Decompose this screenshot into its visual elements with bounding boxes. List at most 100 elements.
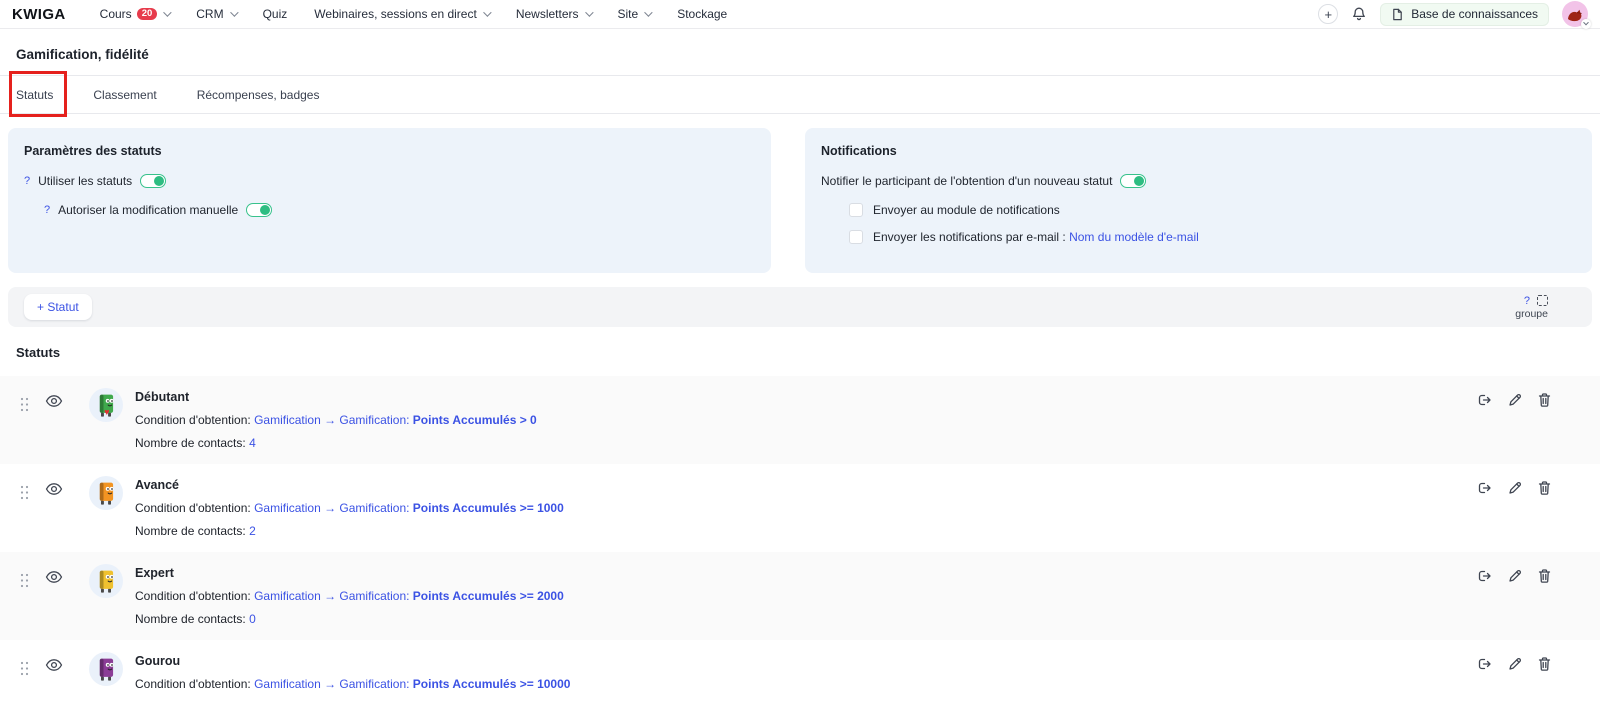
checkbox-label: Envoyer les notifications par e-mail : N… bbox=[873, 230, 1199, 244]
condition-path-link[interactable]: Gamification → Gamification: bbox=[254, 413, 409, 427]
toggle-switch-on[interactable] bbox=[1120, 174, 1146, 188]
toggle-label: Autoriser la modification manuelle bbox=[58, 203, 238, 217]
row-actions bbox=[1476, 480, 1552, 496]
move-transfer-icon[interactable] bbox=[1476, 480, 1493, 496]
visibility-eye-icon[interactable] bbox=[45, 570, 63, 589]
move-transfer-icon[interactable] bbox=[1476, 656, 1493, 672]
chevron-down-icon bbox=[585, 8, 593, 16]
tab-bar: Statuts Classement Récompenses, badges bbox=[0, 75, 1600, 114]
condition-path-link[interactable]: Gamification → Gamification: bbox=[254, 501, 409, 515]
condition-rule-link[interactable]: Points Accumulés >= 1000 bbox=[413, 501, 564, 515]
user-avatar[interactable] bbox=[1562, 1, 1588, 27]
add-button[interactable]: + bbox=[1318, 4, 1338, 24]
nav-item-label: CRM bbox=[196, 7, 223, 21]
tab-statuts[interactable]: Statuts bbox=[16, 88, 53, 102]
contacts-count[interactable]: 0 bbox=[249, 612, 256, 626]
svg-text:♥: ♥ bbox=[104, 407, 109, 417]
notifications-bell-icon[interactable] bbox=[1351, 6, 1367, 22]
nav-item[interactable]: Cours 20 bbox=[100, 7, 170, 21]
visibility-eye-icon[interactable] bbox=[45, 394, 63, 413]
status-mascot-image: ♥ bbox=[89, 388, 123, 422]
tab-recompenses-badges[interactable]: Récompenses, badges bbox=[197, 88, 320, 102]
email-template-link[interactable]: Nom du modèle d'e-mail bbox=[1069, 230, 1199, 244]
status-contacts: Nombre de contacts: 4 bbox=[135, 436, 537, 450]
edit-pencil-icon[interactable] bbox=[1507, 392, 1523, 408]
contacts-count[interactable]: 2 bbox=[249, 524, 256, 538]
move-transfer-icon[interactable] bbox=[1476, 392, 1493, 408]
nav-item-label: Webinaires, sessions en direct bbox=[314, 7, 477, 21]
panel-title: Notifications bbox=[821, 144, 1576, 158]
status-list: ♥ Débutant Condition d'obtention: Gamifi… bbox=[0, 376, 1600, 715]
help-icon[interactable]: ? bbox=[1524, 295, 1530, 307]
group-selection-icon[interactable] bbox=[1537, 295, 1548, 306]
contacts-label: Nombre de contacts: bbox=[135, 436, 246, 450]
add-status-button[interactable]: + Statut bbox=[24, 294, 92, 320]
contacts-count[interactable]: 4 bbox=[249, 436, 256, 450]
help-icon[interactable]: ? bbox=[24, 175, 30, 187]
status-condition: Condition d'obtention: Gamification → Ga… bbox=[135, 589, 564, 603]
tab-classement[interactable]: Classement bbox=[93, 88, 156, 102]
status-contacts: Nombre de contacts: 0 bbox=[135, 612, 564, 626]
toggle-label: Notifier le participant de l'obtention d… bbox=[821, 174, 1112, 188]
move-transfer-icon[interactable] bbox=[1476, 568, 1493, 584]
condition-path-link[interactable]: Gamification → Gamification: bbox=[254, 589, 409, 603]
notifications-panel: Notifications Notifier le participant de… bbox=[805, 128, 1592, 273]
status-details: Débutant Condition d'obtention: Gamifica… bbox=[135, 388, 537, 450]
knowledge-base-label: Base de connaissances bbox=[1411, 7, 1538, 21]
nav-item[interactable]: Site bbox=[618, 7, 651, 21]
delete-trash-icon[interactable] bbox=[1537, 656, 1552, 672]
notify-participant-row: Notifier le participant de l'obtention d… bbox=[821, 174, 1576, 188]
edit-pencil-icon[interactable] bbox=[1507, 656, 1523, 672]
toggle-switch-on[interactable] bbox=[140, 174, 166, 188]
row-actions bbox=[1476, 392, 1552, 408]
drag-handle[interactable] bbox=[20, 661, 29, 681]
drag-handle[interactable] bbox=[20, 573, 29, 593]
edit-pencil-icon[interactable] bbox=[1507, 480, 1523, 496]
help-icon[interactable]: ? bbox=[44, 204, 50, 216]
delete-trash-icon[interactable] bbox=[1537, 392, 1552, 408]
status-mascot-image bbox=[89, 564, 123, 598]
nav-item[interactable]: Quiz bbox=[263, 7, 288, 21]
status-condition: Condition d'obtention: Gamification → Ga… bbox=[135, 413, 537, 427]
drag-handle[interactable] bbox=[20, 397, 29, 417]
panel-title: Paramètres des statuts bbox=[24, 144, 755, 158]
edit-pencil-icon[interactable] bbox=[1507, 568, 1523, 584]
nav-item-label: Cours bbox=[100, 7, 132, 21]
chevron-down-icon bbox=[483, 8, 491, 16]
condition-rule-link[interactable]: Points Accumulés > 0 bbox=[413, 413, 537, 427]
status-condition: Condition d'obtention: Gamification → Ga… bbox=[135, 677, 570, 691]
status-name: Expert bbox=[135, 566, 564, 580]
nav-item-label: Stockage bbox=[677, 7, 727, 21]
visibility-eye-icon[interactable] bbox=[45, 482, 63, 501]
condition-path-link[interactable]: Gamification → Gamification: bbox=[254, 677, 409, 691]
checkbox-unchecked[interactable] bbox=[849, 203, 863, 217]
condition-rule-link[interactable]: Points Accumulés >= 2000 bbox=[413, 589, 564, 603]
status-settings-panel: Paramètres des statuts ? Utiliser les st… bbox=[8, 128, 771, 273]
status-name: Gourou bbox=[135, 654, 570, 668]
nav-item[interactable]: Webinaires, sessions en direct bbox=[314, 7, 489, 21]
row-actions bbox=[1476, 656, 1552, 672]
nav-item-label: Newsletters bbox=[516, 7, 579, 21]
settings-panels: Paramètres des statuts ? Utiliser les st… bbox=[0, 114, 1600, 273]
chevron-down-icon bbox=[230, 8, 238, 16]
delete-trash-icon[interactable] bbox=[1537, 568, 1552, 584]
nav-item[interactable]: Stockage bbox=[677, 7, 727, 21]
status-details: Avancé Condition d'obtention: Gamificati… bbox=[135, 476, 564, 538]
drag-handle[interactable] bbox=[20, 485, 29, 505]
condition-rule-link[interactable]: Points Accumulés >= 10000 bbox=[413, 677, 571, 691]
status-details: Gourou Condition d'obtention: Gamificati… bbox=[135, 652, 570, 691]
delete-trash-icon[interactable] bbox=[1537, 480, 1552, 496]
condition-label: Condition d'obtention: bbox=[135, 413, 251, 427]
top-navigation-bar: KWIGA Cours 20 CRM Quiz Webinaires, sess bbox=[0, 0, 1600, 29]
status-details: Expert Condition d'obtention: Gamificati… bbox=[135, 564, 564, 626]
toggle-switch-on[interactable] bbox=[246, 203, 272, 217]
list-title: Statuts bbox=[0, 327, 1600, 376]
chevron-down-icon bbox=[163, 8, 171, 16]
nav-item[interactable]: Newsletters bbox=[516, 7, 591, 21]
status-name: Débutant bbox=[135, 390, 537, 404]
checkbox-unchecked[interactable] bbox=[849, 230, 863, 244]
nav-item[interactable]: CRM bbox=[196, 7, 235, 21]
visibility-eye-icon[interactable] bbox=[45, 658, 63, 677]
group-label: groupe bbox=[1515, 308, 1548, 320]
knowledge-base-button[interactable]: Base de connaissances bbox=[1380, 3, 1549, 26]
